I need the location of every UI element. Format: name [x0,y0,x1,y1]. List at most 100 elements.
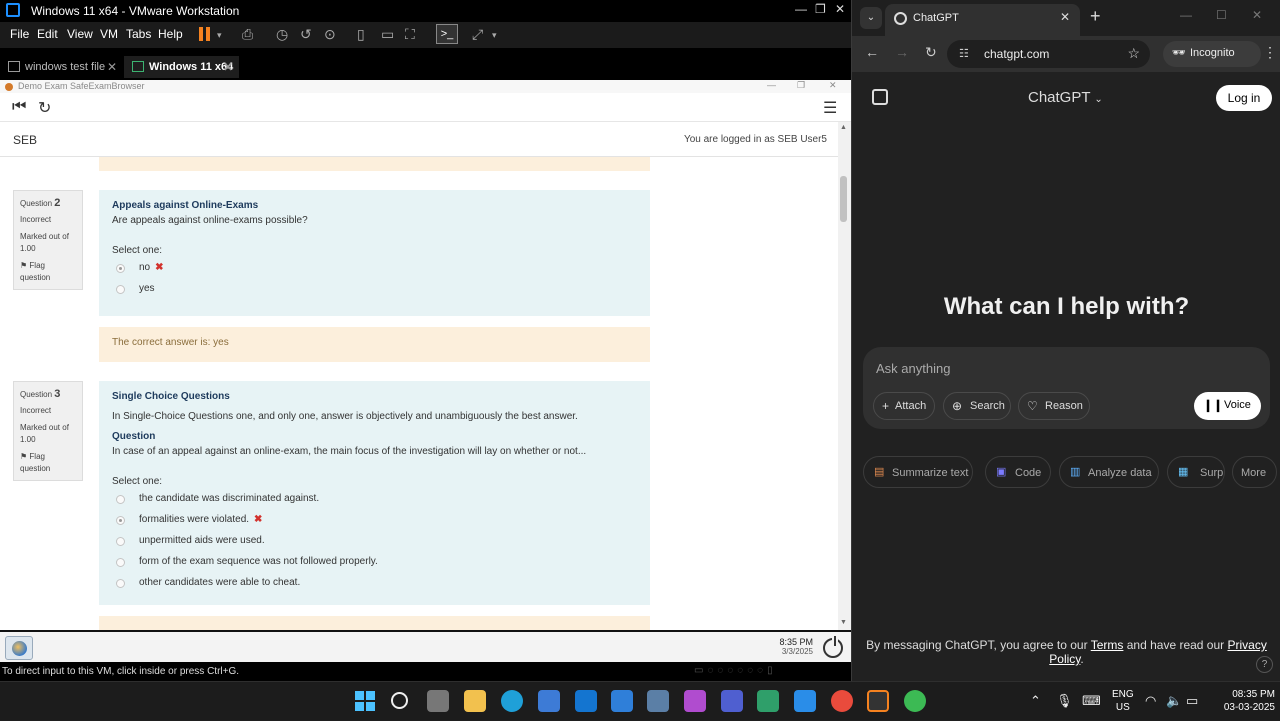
flag-question-link[interactable]: ⚑ Flag question [20,451,76,475]
chrome-menu-icon[interactable]: ⋮ [1263,44,1277,61]
edge-icon[interactable] [501,690,523,712]
clock[interactable]: 08:35 PM 03-03-2025 [1205,688,1275,714]
stretch-icon[interactable]: ⤢ [472,26,483,43]
forward-icon[interactable]: → [895,44,909,60]
search-icon[interactable] [391,692,408,709]
terms-link[interactable]: Terms [1091,638,1124,652]
hamburger-menu-icon[interactable]: ☰ [823,98,837,118]
menu-tabs[interactable]: Tabs [126,27,151,41]
wifi-icon[interactable]: ◠ [1145,693,1156,709]
chip-surprise[interactable]: ▦ Surp [1167,456,1225,488]
back-icon[interactable]: ← [865,44,879,60]
send-ctrl-alt-del-icon[interactable]: ⎙ [242,26,253,43]
chip-more[interactable]: More [1232,456,1277,488]
model-selector[interactable]: ChatGPT ⌄ [1028,89,1103,106]
pause-dropdown-icon[interactable]: ▾ [217,30,222,41]
menu-help[interactable]: Help [158,27,183,41]
snapshot-icon[interactable]: ◷ [276,26,288,43]
attach-button[interactable]: + Attach [873,392,935,420]
close-tab-icon[interactable]: ✕ [107,60,117,74]
seb-restore-icon[interactable]: ❐ [797,80,805,91]
chip-code[interactable]: ▣ Code [985,456,1051,488]
tab-chatgpt[interactable]: ChatGPT ✕ [885,4,1080,36]
pause-icon[interactable] [199,27,211,41]
site-brand[interactable]: SEB [13,133,37,147]
close-window-icon[interactable]: ✕ [1252,8,1262,22]
notepad-icon[interactable] [611,690,633,712]
store-icon[interactable] [538,690,560,712]
guest-start-icon[interactable] [5,636,33,660]
tab-search-icon[interactable]: ⌄ [860,7,882,29]
vscode-icon[interactable] [794,690,816,712]
volume-icon[interactable]: 🔈 [1166,693,1182,709]
calculator-icon[interactable] [647,690,669,712]
radio-button[interactable] [116,558,125,567]
vmtab-windows-11[interactable]: Windows 11 x64 ✕ [124,56,239,78]
snapshot-manager-icon[interactable]: ⊙ [324,26,336,43]
radio-button[interactable] [116,537,125,546]
paint-icon[interactable] [684,690,706,712]
thumbnail-view-icon[interactable]: ▭ [381,26,394,43]
microphone-icon[interactable]: 🎙 [1056,693,1073,709]
back-icon[interactable]: ⏮ [12,98,26,116]
whiteboard-icon[interactable] [721,690,743,712]
fullscreen-icon[interactable]: ⛶ [405,26,415,43]
menu-file[interactable]: File [10,27,29,41]
login-button[interactable]: Log in [1216,85,1272,111]
menu-vm[interactable]: VM [100,27,118,41]
device-status-icons[interactable]: ▭◌◌◌◌◌◌▯ [694,665,777,676]
incognito-badge[interactable]: 🕶 Incognito [1163,41,1261,67]
sidebar-view-icon[interactable]: ▯ [357,26,365,43]
radio-button[interactable] [116,516,125,525]
site-info-icon[interactable]: ☷ [959,47,969,60]
scroll-down-icon[interactable]: ▼ [840,619,847,626]
minimize-icon[interactable]: — [1180,8,1192,22]
seb-scrollbar[interactable]: ▲ ▼ [838,122,851,630]
reason-button[interactable]: ♡ Reason [1018,392,1090,420]
prompt-box[interactable]: Ask anything + Attach ⊕ Search ♡ Reason … [863,347,1270,429]
task-view-icon[interactable] [427,690,449,712]
menu-edit[interactable]: Edit [37,27,58,41]
vmware-taskbar-icon[interactable] [867,690,889,712]
reload-icon[interactable]: ↻ [925,44,937,61]
chip-analyze[interactable]: ▥ Analyze data [1059,456,1159,488]
radio-button[interactable] [116,285,125,294]
chrome-icon[interactable] [831,690,853,712]
stretch-dropdown-icon[interactable]: ▾ [492,30,497,41]
battery-icon[interactable]: ▭ [1186,693,1198,709]
help-button[interactable]: ? [1256,656,1273,673]
close-icon[interactable]: ✕ [835,2,845,16]
chip-summarize[interactable]: ▤ Summarize text [863,456,973,488]
chevron-up-icon[interactable]: ⌃ [1030,693,1041,709]
voice-button[interactable]: ❙❙ Voice [1194,392,1261,420]
scroll-up-icon[interactable]: ▲ [840,124,847,131]
guest-screen[interactable]: Demo Exam SafeExamBrowser — ❐ ✕ ⏮ ↻ ☰ SE… [0,80,851,630]
bookmark-star-icon[interactable]: ☆ [1127,45,1140,62]
restore-icon[interactable]: ❐ [815,2,826,16]
minimize-icon[interactable]: — [795,2,807,16]
search-button[interactable]: ⊕ Search [943,392,1011,420]
radio-button[interactable] [116,495,125,504]
seb-minimize-icon[interactable]: — [767,80,776,90]
maximize-icon[interactable]: ☐ [1216,8,1227,22]
console-view-icon[interactable]: >_ [436,24,458,44]
file-explorer-icon[interactable] [464,690,486,712]
outlook-icon[interactable] [575,690,597,712]
close-tab-icon[interactable]: ✕ [1060,10,1070,24]
teams-icon[interactable] [757,690,779,712]
close-tab-icon[interactable]: ✕ [223,60,233,74]
address-bar[interactable]: ☷ chatgpt.com ☆ [947,40,1150,68]
prompt-input[interactable]: Ask anything [876,361,950,376]
scroll-thumb[interactable] [840,176,847,222]
url-text[interactable]: chatgpt.com [984,47,1049,61]
windows-start-icon[interactable] [355,691,375,711]
radio-button[interactable] [116,264,125,273]
vmtab-windows-test-file[interactable]: windows test file ✕ [0,56,124,78]
revert-snapshot-icon[interactable]: ↺ [300,26,312,43]
new-chat-icon[interactable] [872,89,888,105]
reload-icon[interactable]: ↻ [38,98,51,118]
power-icon[interactable] [823,636,843,658]
keyboard-icon[interactable]: ⌨ [1082,693,1101,709]
chrome-profile-icon[interactable] [904,690,926,712]
radio-button[interactable] [116,579,125,588]
